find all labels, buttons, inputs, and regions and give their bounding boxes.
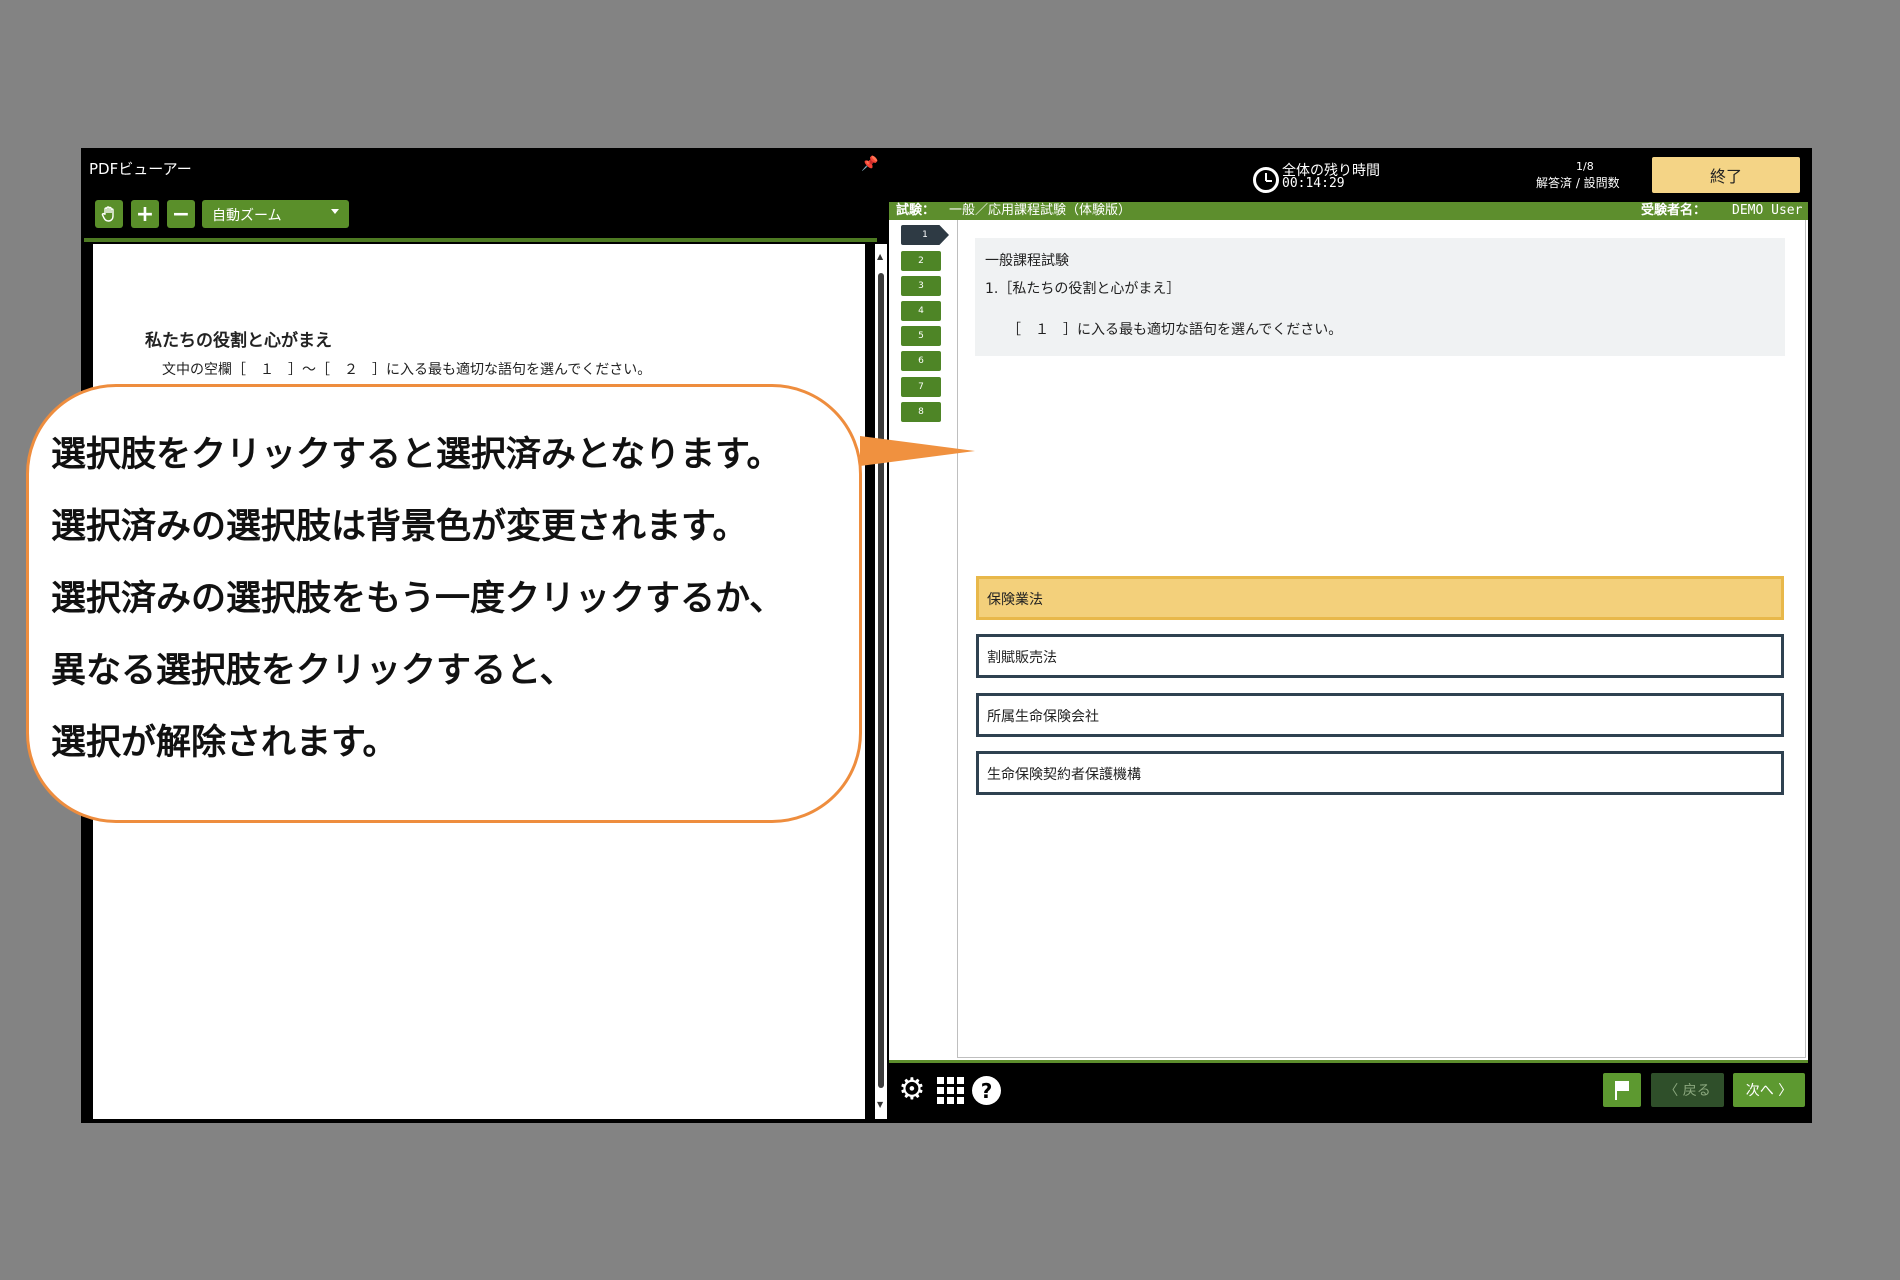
question-nav-item[interactable]: 1 [901, 225, 949, 245]
callout-line: 選択肢をクリックすると選択済みとなります。 [51, 435, 782, 475]
choice-option[interactable]: 割賦販売法 [976, 634, 1784, 678]
pdf-doc-body: 文中の空欄［ １ ］～［ ２ ］に入る最も適切な語句を選んでください。 [162, 362, 652, 378]
question-nav-item[interactable]: 3 [901, 276, 941, 296]
callout-line: 選択済みの選択肢は背景色が変更されます。 [51, 507, 748, 547]
question-nav-item[interactable]: 7 [901, 377, 941, 397]
footer-bar: ⚙ ? 〈 戻る 次へ 〉 [889, 1063, 1808, 1121]
zoom-select[interactable]: 自動ズーム [202, 200, 349, 228]
chevron-down-icon [331, 209, 339, 214]
choice-option[interactable]: 所属生命保険会社 [976, 693, 1784, 737]
callout-line: 選択済みの選択肢をもう一度クリックするか、 [51, 579, 785, 619]
exam-name: 一般／応用課程試験（体験版） [949, 203, 1132, 218]
progress-label: 解答済 / 設問数 [1536, 176, 1620, 190]
pin-icon[interactable]: 📌 [861, 156, 878, 172]
scroll-up-icon[interactable]: ▲ [877, 252, 883, 261]
pdf-viewer-title: PDFビューアー [89, 160, 192, 178]
zoom-out-button[interactable]: − [167, 200, 195, 228]
question-nav-item[interactable]: 5 [901, 326, 941, 346]
choice-option[interactable]: 保険業法 [976, 576, 1784, 620]
zoom-select-value: 自動ズーム [212, 208, 282, 224]
candidate-name: DEMO User [1732, 203, 1803, 218]
clock-icon [1253, 167, 1279, 193]
question-area: 1 2 3 4 5 6 7 8 一般課程試験 1.［私たちの役割と心がまえ］ ［… [889, 220, 1808, 1060]
back-button[interactable]: 〈 戻る [1651, 1073, 1724, 1107]
scroll-down-icon[interactable]: ▼ [877, 1100, 883, 1109]
help-icon[interactable]: ? [972, 1076, 1001, 1105]
flag-icon [1615, 1081, 1629, 1100]
grid-menu-icon[interactable] [937, 1077, 964, 1104]
pdf-toolbar-divider [84, 238, 877, 242]
next-button[interactable]: 次へ 〉 [1733, 1073, 1805, 1107]
question-text: ［ １ ］に入る最も適切な語句を選んでください。 [1007, 322, 1343, 338]
question-nav-item[interactable]: 6 [901, 351, 941, 371]
choice-option[interactable]: 生命保険契約者保護機構 [976, 751, 1784, 795]
flag-button[interactable] [1603, 1073, 1641, 1107]
callout-pointer [860, 436, 975, 466]
question-nav-item[interactable]: 4 [901, 301, 941, 321]
question-nav-item[interactable]: 8 [901, 402, 941, 422]
timer-value: 00:14:29 [1282, 176, 1345, 191]
minus-icon: − [171, 201, 191, 227]
question-category: 一般課程試験 [985, 253, 1069, 269]
gear-icon[interactable]: ⚙ [896, 1074, 928, 1106]
hand-icon [101, 206, 114, 222]
zoom-in-button[interactable]: + [131, 200, 159, 228]
callout-text: 選択肢をクリックすると選択済みとなります。 選択済みの選択肢は背景色が変更されま… [51, 430, 784, 790]
question-box: 一般課程試験 1.［私たちの役割と心がまえ］ ［ １ ］に入る最も適切な語句を選… [975, 238, 1785, 356]
pdf-doc-heading: 私たちの役割と心がまえ [145, 331, 332, 351]
exam-info-bar: 試験： 一般／応用課程試験（体験版） 受験者名： DEMO User [889, 202, 1808, 220]
candidate-name-key: 受験者名： [1641, 203, 1707, 218]
end-exam-button[interactable]: 終了 [1652, 157, 1800, 193]
callout-line: 異なる選択肢をクリックすると、 [51, 651, 575, 691]
hand-tool-button[interactable] [95, 200, 123, 228]
progress-count: 1/8 [1576, 160, 1594, 173]
pdf-scrollbar-thumb[interactable] [878, 273, 884, 1088]
question-nav-item[interactable]: 2 [901, 251, 941, 271]
question-title: 1.［私たちの役割と心がまえ］ [985, 281, 1181, 297]
plus-icon: + [135, 201, 155, 227]
callout-line: 選択が解除されます。 [51, 723, 398, 763]
exam-name-key: 試験： [896, 203, 936, 218]
